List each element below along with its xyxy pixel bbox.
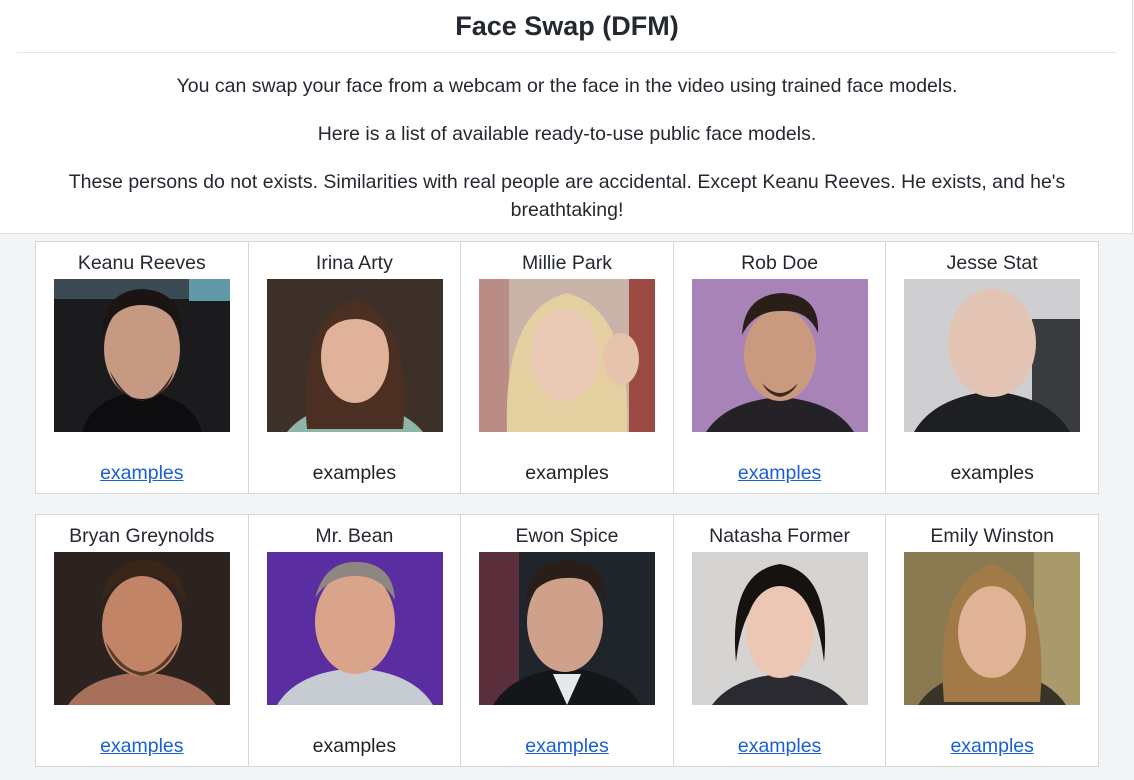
examples-link[interactable]: examples <box>674 735 886 758</box>
model-photo-mr-bean <box>266 552 443 705</box>
model-name: Ewon Spice <box>515 525 619 547</box>
examples-text: examples <box>312 735 397 757</box>
model-photo-jesse-stat <box>904 279 1081 432</box>
model-photo-natasha-former <box>691 552 868 705</box>
model-card-emily-winston: Emily Winston examples <box>886 515 1098 766</box>
models-row-2: Bryan Greynolds examples Mr. Bean exampl… <box>35 514 1099 767</box>
examples-link[interactable]: examples <box>36 735 248 758</box>
examples-link[interactable]: examples <box>461 735 673 758</box>
description-line-2: Here is a list of available ready-to-use… <box>317 123 817 145</box>
model-card-jesse-stat: Jesse Stat examples <box>886 242 1098 493</box>
model-name: Jesse Stat <box>946 252 1038 274</box>
model-card-bryan-greynolds: Bryan Greynolds examples <box>36 515 249 766</box>
examples-link[interactable]: examples <box>886 735 1098 758</box>
model-name: Millie Park <box>522 252 612 274</box>
description-panel: Face Swap (DFM) You can swap your face f… <box>0 0 1133 234</box>
model-card-ewon-spice: Ewon Spice examples <box>461 515 674 766</box>
model-photo-keanu-reeves <box>54 279 230 432</box>
model-card-keanu-reeves: Keanu Reeves examples <box>36 242 249 493</box>
model-name: Keanu Reeves <box>77 252 206 274</box>
examples-text: examples <box>312 462 397 484</box>
examples-text: examples <box>950 462 1034 484</box>
models-row-1: Keanu Reeves examples Irina Arty example… <box>35 241 1099 494</box>
model-photo-irina-arty <box>266 279 443 432</box>
model-card-irina-arty: Irina Arty examples <box>249 242 462 493</box>
description-line-1: You can swap your face from a webcam or … <box>176 75 958 97</box>
model-name: Irina Arty <box>315 252 393 274</box>
model-name: Rob Doe <box>741 252 819 274</box>
model-card-natasha-former: Natasha Former examples <box>674 515 887 766</box>
model-photo-emily-winston <box>904 552 1081 705</box>
model-photo-rob-doe <box>691 279 868 432</box>
model-name: Mr. Bean <box>315 525 394 547</box>
examples-link[interactable]: examples <box>36 462 248 485</box>
examples-text: examples <box>525 462 609 484</box>
description-line-3: These persons do not exists. Similaritie… <box>68 171 1066 221</box>
model-photo-ewon-spice <box>479 552 656 705</box>
page-title: Face Swap (DFM) <box>17 0 1117 53</box>
model-card-rob-doe: Rob Doe examples <box>674 242 887 493</box>
examples-link[interactable]: examples <box>674 462 886 485</box>
model-name: Emily Winston <box>930 525 1054 547</box>
model-name: Bryan Greynolds <box>69 525 215 547</box>
model-name: Natasha Former <box>709 525 851 547</box>
model-card-mr-bean: Mr. Bean examples <box>249 515 462 766</box>
model-photo-millie-park <box>479 279 656 432</box>
model-card-millie-park: Millie Park examples <box>461 242 674 493</box>
model-photo-bryan-greynolds <box>54 552 230 705</box>
